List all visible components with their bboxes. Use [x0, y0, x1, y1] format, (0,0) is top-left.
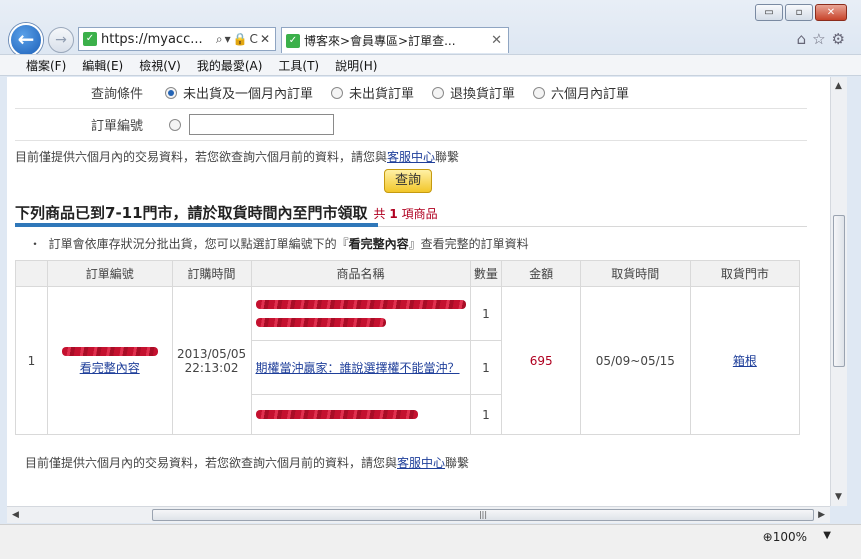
radio-icon[interactable] — [432, 86, 445, 99]
section-underline — [15, 223, 378, 227]
query-condition-label: 查詢條件 — [90, 87, 143, 102]
radio-six-months[interactable]: 六個月內訂單 — [533, 83, 629, 102]
horizontal-scroll-thumb[interactable]: ||| — [152, 509, 814, 521]
window-controls: ▭ ▫ ✕ — [753, 4, 847, 21]
view-full-order-link[interactable]: 看完整內容 — [80, 361, 140, 375]
col-product: 商品名稱 — [250, 260, 471, 287]
shipping-note: ・ 訂單會依庫存狀況分批出貨，您可以點選訂單編號下的『看完整內容』查看完整的訂單… — [29, 237, 529, 251]
customer-service-link[interactable]: 客服中心 — [397, 456, 445, 470]
product-cell — [250, 286, 471, 341]
close-window-button[interactable]: ✕ — [815, 4, 847, 21]
address-bar[interactable]: ✓ https://myacc... ⌕▾🔒C✕ — [78, 27, 276, 51]
customer-service-link[interactable]: 客服中心 — [387, 150, 435, 164]
qty-cell: 1 — [469, 286, 503, 341]
col-pickup-store: 取貨門市 — [689, 260, 801, 287]
order-number-row: 訂單編號 — [15, 109, 807, 141]
product-link[interactable]: 期權當沖贏家：誰說選擇權不能當沖？ — [256, 361, 460, 375]
menu-file[interactable]: 檔案(F) — [26, 57, 66, 74]
col-order-no: 訂單編號 — [46, 260, 173, 287]
redacted-product-name — [255, 409, 418, 419]
radio-selected-icon[interactable] — [165, 86, 177, 99]
amount-cell: 695 — [501, 286, 581, 435]
radio-unshipped-one-month[interactable]: 未出貨及一個月內訂單 — [165, 83, 313, 102]
menu-edit[interactable]: 編輯(E) — [82, 57, 123, 74]
navigation-row: ← → ✓ https://myacc... ⌕▾🔒C✕ ✓ 博客來>會員專區>… — [0, 22, 861, 57]
menu-bar: 檔案(F) 編輯(E) 檢視(V) 我的最愛(A) 工具(T) 說明(H) — [0, 54, 861, 76]
browser-chrome: ▭ ▫ ✕ ← → ✓ https://myacc... ⌕▾🔒C✕ ✓ 博客來… — [0, 0, 861, 76]
menu-favorites[interactable]: 我的最愛(A) — [197, 57, 263, 74]
query-form: 查詢條件 未出貨及一個月內訂單 未出貨訂單 退換貨訂單 六個月內訂單 訂單編號 — [15, 77, 807, 141]
zoom-dropdown-icon[interactable]: ▼ — [823, 530, 831, 541]
order-number-label: 訂單編號 — [90, 119, 143, 134]
page-content: 查詢條件 未出貨及一個月內訂單 未出貨訂單 退換貨訂單 六個月內訂單 訂單編號 … — [7, 77, 830, 506]
zoom-level[interactable]: ⊕100% — [763, 530, 807, 544]
menu-help[interactable]: 說明(H) — [335, 57, 377, 74]
toolbar-icons: ⌂☆⚙ — [797, 30, 851, 48]
table-header-row: 訂單編號 訂購時間 商品名稱 數量 金額 取貨時間 取貨門市 — [15, 260, 801, 287]
radio-unshipped[interactable]: 未出貨訂單 — [331, 83, 414, 102]
address-actions-icon[interactable]: ⌕▾🔒C✕ — [216, 32, 275, 47]
product-cell — [250, 394, 471, 435]
zoom-icon: ⊕ — [762, 530, 773, 544]
qty-cell: 1 — [469, 394, 503, 435]
order-time-cell: 2013/05/05 22:13:02 — [171, 286, 252, 435]
status-bar: ⊕100% ▼ — [0, 524, 861, 559]
tab-title: 博客來>會員專區>訂單查... — [304, 34, 456, 48]
col-amount: 金額 — [501, 260, 581, 287]
redacted-order-number — [61, 347, 158, 356]
radio-icon[interactable] — [533, 86, 546, 99]
pickup-store-link[interactable]: 箱根 — [733, 354, 757, 368]
tab-order-query[interactable]: ✓ 博客來>會員專區>訂單查... ✕ — [281, 27, 509, 53]
qty-cell: 1 — [469, 340, 503, 395]
scroll-up-icon[interactable]: ▲ — [835, 81, 842, 91]
radio-icon[interactable] — [331, 86, 344, 99]
row-index: 1 — [15, 286, 48, 435]
menu-tools[interactable]: 工具(T) — [278, 57, 319, 74]
radio-order-number-icon[interactable] — [169, 118, 181, 131]
order-number-input[interactable] — [189, 114, 334, 135]
scroll-down-icon[interactable]: ▼ — [835, 492, 842, 502]
product-cell: 期權當沖贏家：誰說選擇權不能當沖？ — [250, 340, 471, 395]
menu-view[interactable]: 檢視(V) — [139, 57, 181, 74]
order-table: 訂單編號 訂購時間 商品名稱 數量 金額 取貨時間 取貨門市 1 看完整內容 2… — [15, 260, 801, 435]
forward-arrow-icon[interactable]: → — [48, 27, 74, 53]
section-title: 下列商品已到7-11門市，請於取貨時間內至門市領取共 1 項商品 — [15, 204, 438, 222]
scroll-right-icon[interactable]: ▶ — [818, 510, 825, 520]
order-number-cell: 看完整內容 — [46, 286, 173, 435]
col-pickup-time: 取貨時間 — [579, 260, 691, 287]
notice-six-months-bottom: 目前僅提供六個月內的交易資料，若您欲查詢六個月前的資料，請您與客服中心聯繫 — [25, 456, 470, 470]
back-arrow-icon[interactable]: ← — [9, 23, 43, 57]
item-count: 共 1 項商品 — [373, 207, 438, 221]
notice-six-months: 目前僅提供六個月內的交易資料，若您欲查詢六個月前的資料，請您與客服中心聯繫 — [15, 150, 460, 164]
query-condition-row: 查詢條件 未出貨及一個月內訂單 未出貨訂單 退換貨訂單 六個月內訂單 — [15, 77, 807, 109]
minimize-button[interactable]: ▭ — [755, 4, 783, 21]
tab-close-icon[interactable]: ✕ — [485, 33, 508, 48]
scroll-left-icon[interactable]: ◀ — [12, 510, 19, 520]
query-button[interactable]: 查詢 — [384, 169, 432, 193]
col-qty: 數量 — [469, 260, 503, 287]
redacted-product-name — [255, 299, 466, 309]
horizontal-scrollbar[interactable]: ◀ ||| ▶ — [7, 506, 830, 523]
radio-returns[interactable]: 退換貨訂單 — [432, 83, 515, 102]
vertical-scroll-thumb[interactable] — [833, 215, 845, 367]
pickup-store-cell: 箱根 — [689, 286, 801, 435]
redacted-product-name — [255, 317, 386, 327]
address-text[interactable]: https://myacc... — [101, 32, 216, 47]
col-index — [15, 260, 48, 287]
home-icon[interactable]: ⌂ — [797, 30, 813, 48]
gear-icon[interactable]: ⚙ — [832, 30, 851, 48]
vertical-scrollbar[interactable]: ▲ ▼ — [830, 77, 847, 506]
restore-button[interactable]: ▫ — [785, 4, 813, 21]
table-row: 1 看完整內容 2013/05/05 22:13:02 1 695 05/09~… — [15, 286, 801, 435]
site-favicon-icon: ✓ — [83, 32, 97, 46]
tab-favicon-icon: ✓ — [286, 33, 300, 48]
favorites-star-icon[interactable]: ☆ — [812, 30, 831, 48]
col-order-time: 訂購時間 — [171, 260, 252, 287]
pickup-time-cell: 05/09~05/15 — [579, 286, 691, 435]
